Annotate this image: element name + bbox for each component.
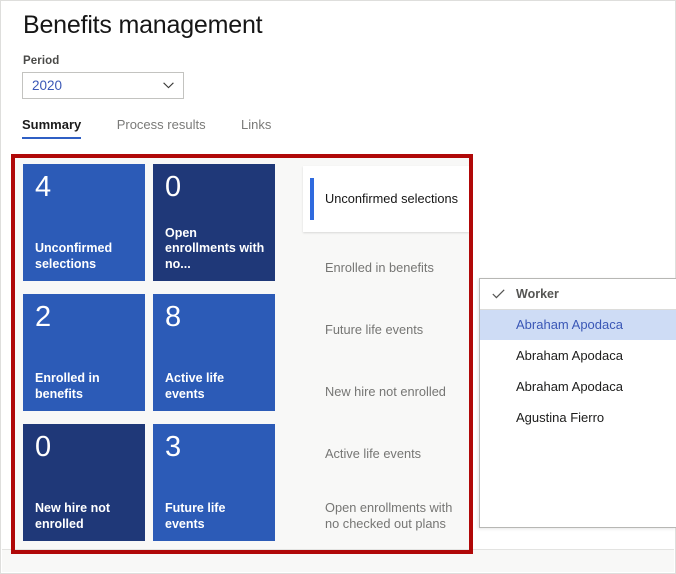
worker-list-item[interactable]: Agustina Fierro	[480, 403, 676, 433]
tile-new-hire-not-enrolled[interactable]: 0 New hire not enrolled	[23, 424, 145, 541]
worker-name: Abraham Apodaca	[516, 348, 623, 363]
tab-process-results[interactable]: Process results	[117, 117, 206, 139]
category-label: Unconfirmed selections	[325, 191, 463, 207]
tab-bar: Summary Process results Links	[22, 116, 302, 142]
bottom-strip	[2, 549, 674, 572]
chevron-down-icon	[163, 82, 174, 89]
tile-count: 2	[35, 302, 51, 333]
category-active-life-events[interactable]: Active life events	[303, 426, 469, 482]
tab-summary[interactable]: Summary	[22, 117, 81, 139]
worker-column-header[interactable]: Worker	[480, 279, 676, 310]
tile-open-enrollments-with-no-checked-out-plans[interactable]: 0 Open enrollments with no...	[153, 164, 275, 281]
tile-count: 8	[165, 302, 181, 333]
app-window: Benefits management Period 2020 Summary …	[0, 0, 676, 574]
category-enrolled-in-benefits[interactable]: Enrolled in benefits	[303, 240, 469, 296]
worker-list-item[interactable]: Abraham Apodaca	[480, 372, 676, 402]
tile-label: New hire not enrolled	[35, 501, 137, 532]
summary-panel: 4 Unconfirmed selections 0 Open enrollme…	[15, 158, 469, 550]
page-title: Benefits management	[23, 11, 262, 40]
category-label: Open enrollments with no checked out pla…	[325, 500, 463, 532]
category-label: Future life events	[325, 322, 463, 338]
tile-label: Future life events	[165, 501, 267, 532]
worker-dropdown-panel: Worker Abraham Apodaca Abraham Apodaca A…	[479, 278, 676, 528]
category-future-life-events[interactable]: Future life events	[303, 302, 469, 358]
tile-unconfirmed-selections[interactable]: 4 Unconfirmed selections	[23, 164, 145, 281]
worker-name: Agustina Fierro	[516, 410, 604, 425]
category-label: Active life events	[325, 446, 463, 462]
summary-category-list: Unconfirmed selections Enrolled in benef…	[303, 158, 469, 550]
period-label: Period	[23, 55, 59, 67]
period-select-value: 2020	[32, 78, 62, 93]
category-unconfirmed-selections[interactable]: Unconfirmed selections	[303, 166, 469, 232]
worker-name: Abraham Apodaca	[516, 379, 623, 394]
tile-label: Active life events	[165, 371, 267, 402]
tile-label: Enrolled in benefits	[35, 371, 137, 402]
worker-list-item[interactable]: Abraham Apodaca	[480, 310, 676, 340]
tile-count: 0	[35, 432, 51, 463]
tile-count: 3	[165, 432, 181, 463]
tab-links[interactable]: Links	[241, 117, 271, 139]
tile-future-life-events[interactable]: 3 Future life events	[153, 424, 275, 541]
tile-count: 0	[165, 172, 181, 203]
tile-count: 4	[35, 172, 51, 203]
worker-list-item[interactable]: Abraham Apodaca	[480, 341, 676, 371]
tile-enrolled-in-benefits[interactable]: 2 Enrolled in benefits	[23, 294, 145, 411]
category-label: Enrolled in benefits	[325, 260, 463, 276]
category-label: New hire not enrolled	[325, 384, 463, 400]
tile-label: Unconfirmed selections	[35, 241, 137, 272]
tile-label: Open enrollments with no...	[165, 226, 267, 273]
worker-name: Abraham Apodaca	[516, 317, 623, 332]
category-new-hire-not-enrolled[interactable]: New hire not enrolled	[303, 364, 469, 420]
selection-accent-bar	[310, 178, 314, 220]
tile-active-life-events[interactable]: 8 Active life events	[153, 294, 275, 411]
worker-column-header-label: Worker	[516, 287, 559, 301]
period-select[interactable]: 2020	[22, 72, 184, 99]
check-icon	[492, 289, 505, 299]
category-open-enrollments-with-no-checked-out-plans[interactable]: Open enrollments with no checked out pla…	[303, 488, 469, 544]
